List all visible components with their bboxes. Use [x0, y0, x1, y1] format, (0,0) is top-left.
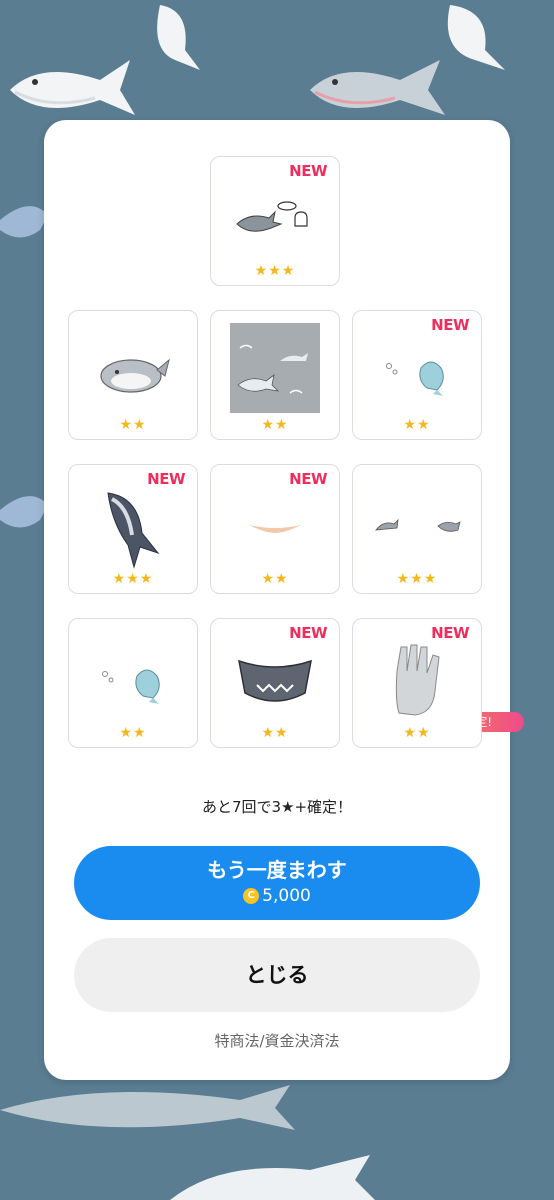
result-item-grey-claw-glove[interactable]: NEW ★★ [352, 618, 482, 748]
spin-again-button[interactable]: もう一度まわす C 5,000 [74, 846, 480, 920]
result-item-jumping-shark[interactable]: NEW ★★★ [68, 464, 198, 594]
claw-glove-icon [395, 644, 440, 716]
background-shark-icon [0, 496, 48, 528]
background-shark-icon [310, 60, 445, 115]
spin-price-value: 5,000 [262, 886, 311, 906]
background-shark-icon [0, 1085, 295, 1130]
rarity-stars: ★★ [261, 417, 289, 433]
result-item-blue-whale-bubbles-a[interactable]: NEW ★★ [352, 310, 482, 440]
rarity-stars: ★★ [261, 725, 289, 741]
guarantee-counter-text: あと7回で3★+確定！ [201, 798, 353, 816]
shark-mask-icon [238, 659, 312, 702]
shark-sticker-set-icon [236, 201, 308, 232]
spin-price: C 5,000 [74, 885, 480, 907]
shark-plush-bag-icon [100, 358, 170, 393]
background-shark-icon [170, 1155, 375, 1200]
coin-icon: C [243, 888, 260, 904]
jumping-shark-icon [107, 492, 160, 569]
legal-notice-link[interactable]: 特商法/資金決済法 [44, 1030, 510, 1051]
result-item-shark-plush-bag[interactable]: ★★ [68, 310, 198, 440]
rarity-stars: ★★ [403, 417, 431, 433]
result-item-shark-pattern-background[interactable]: ★★ [210, 310, 340, 440]
result-item-shark-sticker-set[interactable]: NEW ★★★ [210, 156, 340, 286]
close-button[interactable]: とじる [74, 938, 480, 1012]
result-item-shark-mask[interactable]: NEW ★★ [210, 618, 340, 748]
rarity-stars: ★★ [119, 417, 147, 433]
result-item-blue-whale-bubbles-b[interactable]: ★★ [68, 618, 198, 748]
shark-pattern-swatch-icon [230, 323, 320, 413]
background-shark-icon [10, 60, 135, 115]
background-shark-icon [157, 5, 200, 70]
small-fish-icon [375, 518, 461, 532]
result-item-shark-mouth-lips[interactable]: NEW ★★ [210, 464, 340, 594]
rarity-stars: ★★ [403, 725, 431, 741]
blue-whale-icon [102, 669, 160, 704]
lips-icon [249, 525, 301, 533]
blue-whale-icon [386, 361, 444, 396]
rarity-stars: ★★★ [254, 263, 296, 279]
result-item-small-fish-pair[interactable]: ★★★ [352, 464, 482, 594]
rarity-stars: ★★ [119, 725, 147, 741]
spin-again-label: もう一度まわす [207, 858, 347, 882]
rarity-stars: ★★ [261, 571, 289, 587]
rarity-stars: ★★★ [112, 571, 154, 587]
gacha-result-modal: NEW ★★★ ★★ ★★ NEW ★★ NEW ★★★ NEW ★★ ★★★ … [44, 120, 524, 1080]
background-shark-icon [447, 5, 505, 70]
rarity-stars: ★★★ [396, 571, 438, 587]
background-shark-icon [0, 206, 48, 238]
